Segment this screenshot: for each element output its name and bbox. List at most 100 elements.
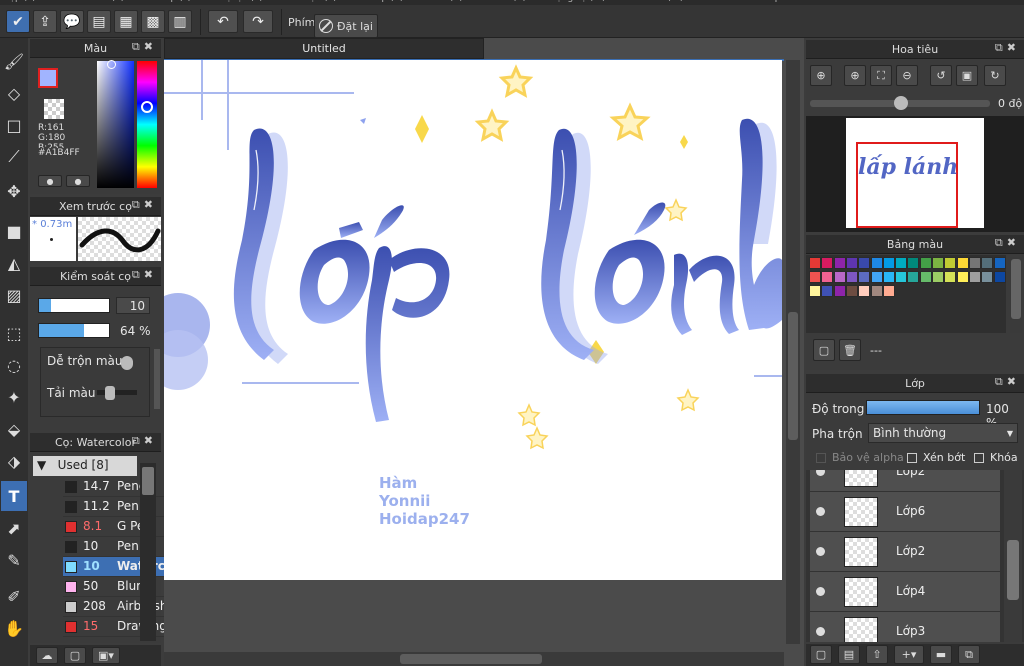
palette-swatch[interactable] <box>882 271 895 283</box>
color-mode-button[interactable]: ● <box>38 175 62 187</box>
palette-swatch[interactable] <box>919 271 932 283</box>
redo-button[interactable]: ↷ <box>243 10 273 33</box>
check-icon[interactable]: ✔ <box>6 10 30 33</box>
palette-swatch[interactable] <box>833 257 846 269</box>
palette-swatch[interactable] <box>882 257 895 269</box>
palette-swatch[interactable] <box>882 285 895 297</box>
protect-alpha-checkbox[interactable] <box>816 453 826 463</box>
layer-row[interactable]: Lớp3 <box>810 612 1000 642</box>
sv-cursor[interactable] <box>107 60 116 69</box>
select-pen-icon[interactable]: ⬙ <box>1 414 27 444</box>
opacity-slider[interactable] <box>38 323 110 338</box>
add-layer-menu-icon[interactable]: +▾ <box>894 645 924 664</box>
visibility-icon[interactable] <box>816 507 825 516</box>
drawing-canvas[interactable]: Hàm Yonnii Hoidap247 <box>164 60 782 580</box>
blend-mode-select[interactable]: Bình thường ▼ <box>868 423 1018 443</box>
blend-knob[interactable] <box>121 356 133 370</box>
hue-slider[interactable] <box>137 61 157 188</box>
layer-row[interactable]: Lớp2 <box>810 532 1000 572</box>
folder-icon[interactable]: ▬ <box>930 645 952 664</box>
brush-list-scrollbar[interactable] <box>140 463 156 641</box>
rotate-right-icon[interactable]: ↻ <box>984 65 1006 86</box>
palette-swatch[interactable] <box>993 257 1006 269</box>
line-tool-icon[interactable]: ⟋ <box>1 142 27 172</box>
zoom-in-icon[interactable]: ⊕ <box>844 65 866 86</box>
brush-options-scrollbar[interactable] <box>154 349 160 409</box>
layer-opacity-slider[interactable] <box>866 400 980 415</box>
new-layer-icon[interactable]: ▢ <box>810 645 832 664</box>
delete-palette-icon[interactable]: 🗑 <box>839 339 861 361</box>
undo-button[interactable]: ↶ <box>208 10 238 33</box>
operation-tool-icon[interactable]: ⬈ <box>1 513 27 543</box>
palette-swatch[interactable] <box>895 271 908 283</box>
fill-tool-icon[interactable]: ◭ <box>1 248 27 278</box>
text-tool-icon[interactable]: T <box>1 481 27 511</box>
palette-swatch[interactable] <box>821 257 834 269</box>
palette-swatch[interactable] <box>981 271 994 283</box>
gradient-tool-icon[interactable]: ▨ <box>1 280 27 310</box>
menu-item[interactable]: Xem (V) <box>490 0 526 3</box>
visibility-icon[interactable] <box>816 547 825 556</box>
menu-item[interactable]: Cloud <box>712 0 738 3</box>
palette-swatch[interactable] <box>968 271 981 283</box>
import-layer-icon[interactable]: ⇧ <box>866 645 888 664</box>
menu-item[interactable]: Cộng cụ (W) <box>550 0 606 3</box>
palette-swatch[interactable] <box>956 271 969 283</box>
layer-mask-icon[interactable]: ▤ <box>838 645 860 664</box>
palette-swatch[interactable] <box>968 257 981 269</box>
document-icon[interactable]: ▦ <box>114 10 138 33</box>
canvas-horizontal-scrollbar[interactable] <box>164 652 784 666</box>
palette-swatch[interactable] <box>870 285 883 297</box>
brush-menu-icon[interactable]: ▣▾ <box>92 647 120 664</box>
zoom-fit-icon[interactable]: ⊕ <box>810 65 832 86</box>
palette-swatch[interactable] <box>932 271 944 283</box>
new-palette-icon[interactable]: ▢ <box>813 339 835 361</box>
document-tab[interactable]: Untitled <box>164 38 484 59</box>
palette-swatch[interactable] <box>907 257 920 269</box>
menu-item[interactable]: Lớp (L) <box>160 0 191 3</box>
hand-tool-icon[interactable]: ✋ <box>1 613 27 643</box>
duplicate-layer-icon[interactable]: ⧉ <box>958 645 980 664</box>
pen-icon[interactable]: ✐ <box>1 581 27 611</box>
export-icon[interactable]: ⇪ <box>33 10 57 33</box>
secondary-color-swatch[interactable] <box>44 99 64 119</box>
new-brush-icon[interactable]: ▢ <box>64 647 86 664</box>
layer-row[interactable]: Lớp2 <box>810 470 1000 492</box>
clipping-checkbox[interactable] <box>907 453 917 463</box>
edit-grid-icon[interactable]: ▥ <box>168 10 192 33</box>
eyedropper-icon[interactable]: ✎ <box>1 545 27 575</box>
shape-tool-icon[interactable]: □ <box>1 110 27 140</box>
palette-swatch[interactable] <box>895 257 908 269</box>
palette-swatch[interactable] <box>981 257 994 269</box>
magic-wand-icon[interactable]: ✦ <box>1 382 27 412</box>
saturation-value-picker[interactable] <box>97 61 134 188</box>
palette-swatch[interactable] <box>870 257 883 269</box>
palette-swatch[interactable] <box>858 285 871 297</box>
primary-color-swatch[interactable] <box>38 68 58 88</box>
rotate-left-icon[interactable]: ↺ <box>930 65 952 86</box>
palette-swatch[interactable] <box>944 271 957 283</box>
palette-swatch[interactable] <box>858 257 871 269</box>
load-color-slider[interactable] <box>97 390 137 395</box>
hue-cursor[interactable] <box>141 101 153 113</box>
canvas-vertical-scrollbar[interactable] <box>786 60 800 644</box>
reset-button[interactable]: Đặt lại <box>314 14 378 38</box>
palette-swatch[interactable] <box>809 285 821 297</box>
palette-swatch[interactable] <box>821 271 834 283</box>
select-eraser-icon[interactable]: ⬗ <box>1 446 27 476</box>
visibility-icon[interactable] <box>816 587 825 596</box>
color-eyedrop-button[interactable]: ● <box>66 175 90 187</box>
brush-group-header[interactable]: ▼ Used [8] <box>33 456 137 476</box>
menu-item[interactable]: Chép (R) <box>364 0 403 3</box>
visibility-icon[interactable] <box>816 470 825 476</box>
layer-row[interactable]: Lớp6 <box>810 492 1000 532</box>
brush-cloud-icon[interactable]: ☁ <box>36 647 58 664</box>
menu-item[interactable]: Help <box>760 0 781 3</box>
palette-swatch[interactable] <box>809 271 821 283</box>
menu-item[interactable]: Cửa sổ (W) <box>634 0 683 3</box>
rect-tool-icon[interactable]: ■ <box>1 216 27 246</box>
menu-item[interactable]: Tệp (F) <box>4 0 36 3</box>
palette-swatch[interactable] <box>993 271 1006 283</box>
brush-tool-icon[interactable]: 🖌 <box>1 46 27 76</box>
palette-swatch[interactable] <box>956 257 969 269</box>
